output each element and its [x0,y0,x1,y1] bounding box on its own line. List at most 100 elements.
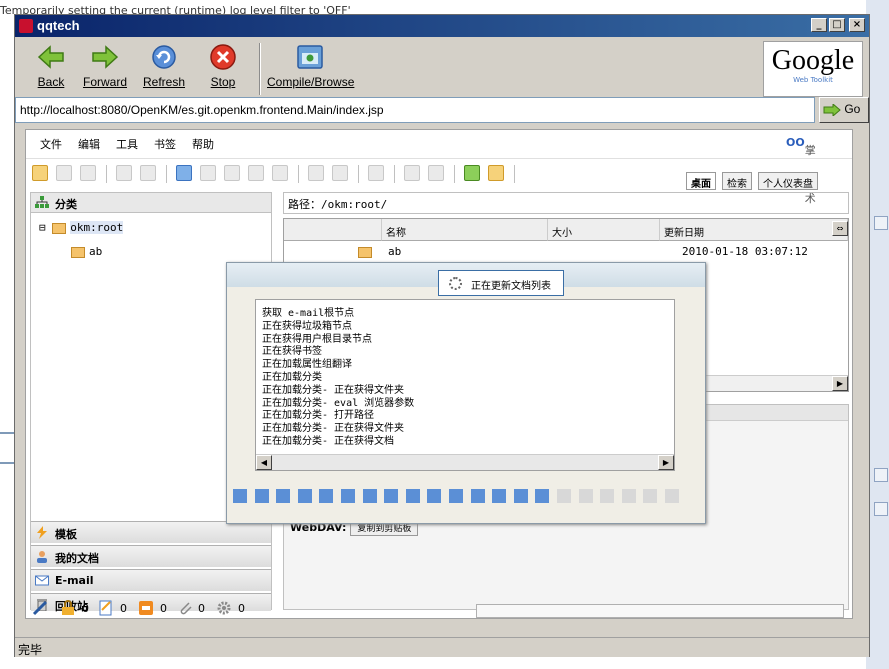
stop-icon [210,44,236,70]
tab-desktop[interactable]: 桌面 [686,172,716,190]
progress-cell-done [427,489,442,503]
add-property-group-icon[interactable] [308,165,324,181]
find-folder-icon[interactable] [56,165,72,181]
scroll-right-icon[interactable]: ▶ [832,376,848,391]
progress-cell-pending [665,489,679,503]
forward-button[interactable]: Forward [81,43,129,89]
checkout-count: 0 [120,602,127,615]
taxonomy-header[interactable]: 分类 [31,193,271,213]
find-document-icon[interactable] [80,165,96,181]
column-resize-icon[interactable]: ⇔ [832,221,848,236]
google-logo-sub: Web Toolkit [793,76,833,84]
workflow-icon[interactable] [368,165,384,181]
stop-label: Stop [210,75,236,89]
refresh-icon[interactable] [464,165,480,181]
menu-edit[interactable]: 编辑 [78,136,100,152]
status-progress-box [476,604,844,618]
window-title: qqtech [37,18,80,33]
background-icon [874,216,888,230]
compile-label: Compile/Browse [267,75,355,89]
cancel-checkout-icon[interactable] [248,165,264,181]
scroll-left-icon[interactable]: ◀ [256,455,272,470]
create-folder-icon[interactable] [32,165,48,181]
minimize-button[interactable]: _ [811,18,827,32]
remove-subscription-icon[interactable] [428,165,444,181]
log-horizontal-scrollbar[interactable]: ◀ ▶ [256,454,674,470]
back-button[interactable]: Back [33,43,69,89]
refresh-button[interactable]: Refresh [141,43,187,89]
stack-templates[interactable]: 模板 [31,521,271,543]
progress-cell-done [405,489,420,503]
progress-cell-done [513,489,528,503]
url-field[interactable]: http://localhost:8080/OpenKM/es.git.open… [15,97,815,123]
gear-count: 0 [238,602,245,615]
progress-cell-done [449,489,463,503]
gear-status-icon[interactable] [216,600,232,616]
scroll-right-icon[interactable]: ▶ [658,455,674,470]
progress-cell-done [276,489,291,503]
remove-property-group-icon[interactable] [332,165,348,181]
attachment-status-icon[interactable] [178,600,194,616]
toolbar-separator [454,165,455,183]
locked-count: 0 [82,602,89,615]
menu-help[interactable]: 帮助 [192,136,214,152]
column-size[interactable]: 大小 [548,219,660,241]
tree-root-node[interactable]: ⊟ okm:root [39,221,124,234]
subscription-count: 0 [160,602,167,615]
toolbar-separator [166,165,167,183]
add-document-icon[interactable] [176,165,192,181]
maximize-button[interactable]: □ [829,18,845,32]
stop-button[interactable]: Stop [205,43,241,89]
progress-cell-done [297,489,312,503]
lock-status-icon[interactable] [60,600,76,616]
checkout-status-icon[interactable] [98,600,114,616]
refresh-icon [152,45,176,69]
column-date[interactable]: 更新日期 [660,219,848,241]
progress-cell-done [254,489,269,503]
progress-cell-done [492,489,507,503]
stack-my-documents[interactable]: 我的文档 [31,545,271,567]
go-button[interactable]: Go [819,97,869,123]
add-subscription-icon[interactable] [404,165,420,181]
background-edge [0,432,14,434]
collapse-icon[interactable]: ⊟ [39,221,46,234]
address-bar: http://localhost:8080/OpenKM/es.git.open… [15,97,869,123]
google-web-toolkit-logo: Google Web Toolkit [763,41,863,97]
toolbar-separator [106,165,107,183]
home-icon[interactable] [488,165,504,181]
taxonomy-icon [35,196,49,208]
column-name[interactable]: 名称 [382,219,548,241]
subscription-status-icon[interactable] [138,600,154,616]
background-icon [874,468,888,482]
progress-cell-done [341,489,355,503]
toolbar-separator [514,165,515,183]
table-row-name[interactable]: ab [388,245,401,258]
progress-cell-done [319,489,334,503]
lock-icon[interactable] [116,165,132,181]
loading-log-list: ◀ ▶ 获取 e-mail根节点 正在获得垃圾箱节点 正在获得用户根目录节点 正在获得… [255,299,675,471]
menu-tools[interactable]: 工具 [116,136,138,152]
path-bar: 路径：/okm:root/ [283,192,849,214]
forward-label: Forward [82,75,127,89]
envelope-icon [35,575,49,586]
checkout-icon[interactable] [200,165,216,181]
close-button[interactable]: × [849,18,865,32]
stack-email[interactable]: E-mail [31,569,271,591]
compile-browse-button[interactable]: Compile/Browse [267,43,355,89]
column-icon[interactable] [284,219,382,241]
menu-file[interactable]: 文件 [40,136,62,152]
tab-search[interactable]: 检索 [722,172,752,190]
tab-dashboard[interactable]: 个人仪表盘 [758,172,818,190]
spinner-icon [449,277,462,290]
progress-cell-done [384,489,399,503]
progress-cell-pending [643,489,658,503]
delete-icon[interactable] [272,165,288,181]
title-bar: qqtech _ □ × [15,15,869,37]
connection-icon[interactable] [32,600,48,616]
toolbar: Back Forward Refresh Stop Compile/Browse… [15,37,869,105]
tree-child-node[interactable]: ab [71,245,102,258]
checkin-icon[interactable] [224,165,240,181]
menu-bookmarks[interactable]: 书签 [154,136,176,152]
unlock-icon[interactable] [140,165,156,181]
progress-cell-done [470,489,485,503]
